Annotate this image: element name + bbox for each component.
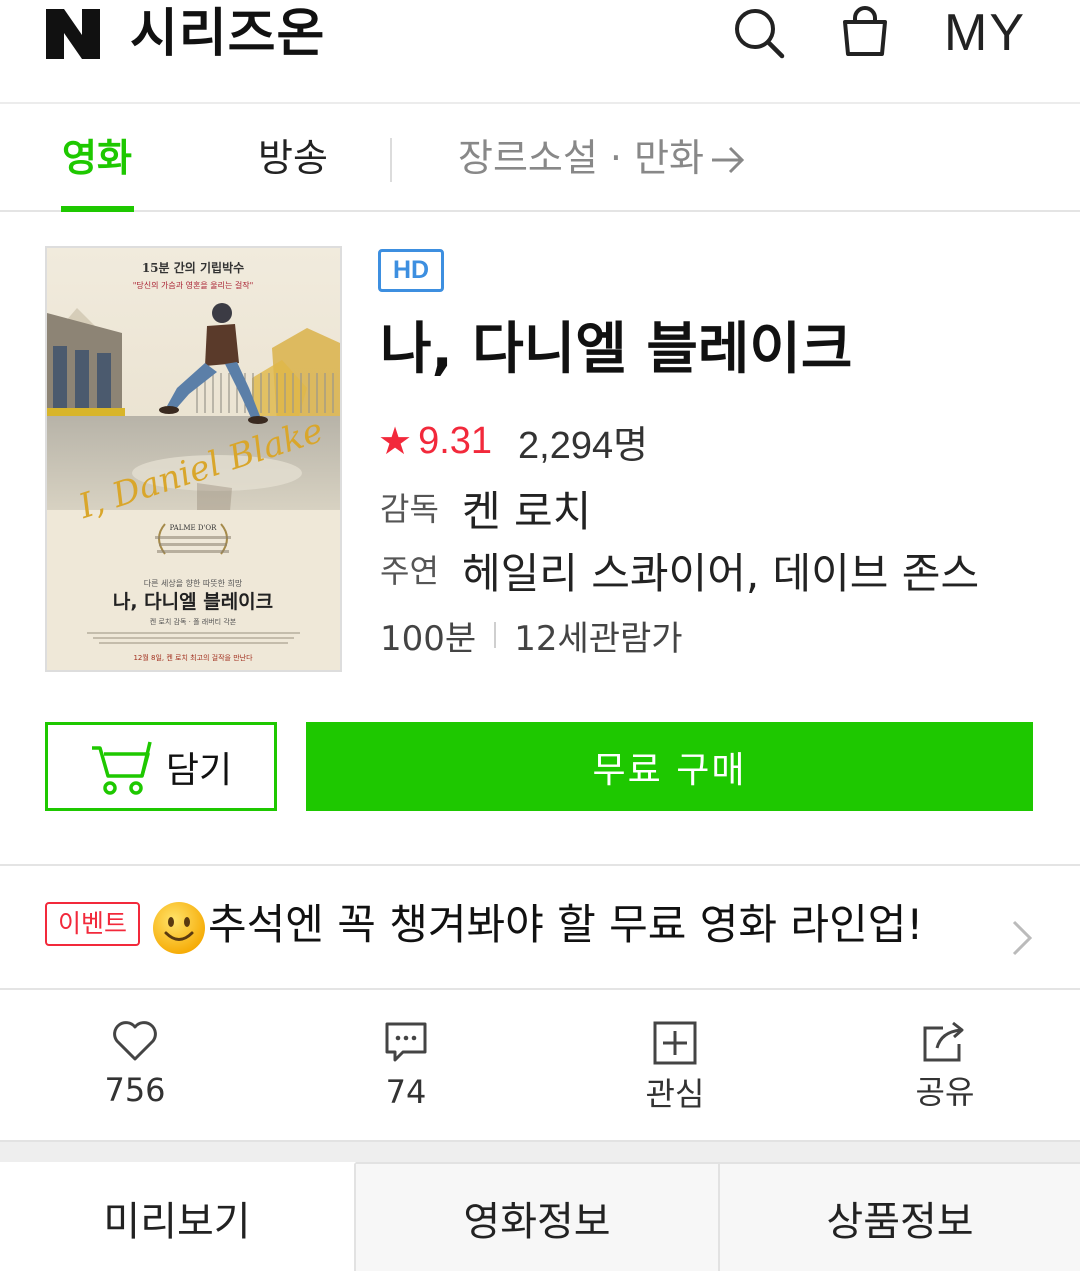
like-count: 756 <box>104 1071 166 1109</box>
cast-names: 헤일리 스콰이어, 데이브 존스 <box>462 549 980 598</box>
add-to-cart-button[interactable]: 담기 <box>45 722 277 811</box>
cast-label: 주연 <box>380 552 439 590</box>
comment-icon <box>385 1022 427 1062</box>
age-rating: 12세관람가 <box>514 618 683 659</box>
tab-divider <box>390 138 392 182</box>
rating-count: 2,294명 <box>518 424 649 467</box>
tab-genre-novel-comic[interactable]: 장르소설 · 만화 <box>458 132 704 184</box>
event-text: 추석엔 꼭 챙겨봐야 할 무료 영화 라인업! <box>208 900 924 949</box>
poster-tagline: 다른 세상을 향한 따뜻한 희망 <box>144 578 243 588</box>
share-label: 공유 <box>915 1073 975 1111</box>
detail-tabs: 미리보기 영화정보 상품정보 <box>0 1162 1080 1271</box>
active-tab-indicator <box>61 206 134 212</box>
add-box-icon <box>653 1021 697 1065</box>
category-tabs: 영화 방송 장르소설 · 만화 <box>0 104 1080 212</box>
event-badge: 이벤트 <box>45 902 140 946</box>
poster-top-text: 15분 간의 기립박수 <box>142 260 244 275</box>
share-button[interactable]: 공유 <box>885 1020 1005 1120</box>
hd-badge: HD <box>378 249 444 292</box>
runtime: 100분 <box>380 618 477 659</box>
like-button[interactable]: 756 <box>75 1020 195 1120</box>
poster-bottom-text: 12월 8일, 켄 로치 최고의 걸작을 만난다 <box>133 653 253 662</box>
poster-award: PALME D'OR <box>170 524 218 532</box>
poster-quote: "당신의 가슴과 영혼을 울리는 걸작" <box>133 280 254 290</box>
tab-movie[interactable]: 영화 <box>62 132 132 184</box>
app-title[interactable]: 시리즈온 <box>130 2 325 66</box>
free-purchase-button[interactable]: 무료 구매 <box>306 722 1033 811</box>
tab-movie-info[interactable]: 영화정보 <box>356 1162 720 1271</box>
movie-poster[interactable]: I, Daniel Blake 15분 간의 기립박수 "당신의 가슴과 영혼을… <box>45 246 342 672</box>
rating-row: ★ 9.31 2,294명 <box>378 418 648 467</box>
shopping-bag-icon[interactable] <box>838 6 892 60</box>
interest-button[interactable]: 관심 <box>615 1020 735 1120</box>
poster-korean-title: 나, 다니엘 블레이크 <box>113 591 273 613</box>
star-icon: ★ <box>378 419 413 463</box>
tab-broadcast[interactable]: 방송 <box>258 132 328 184</box>
smiley-emoji-icon <box>153 902 205 954</box>
search-icon[interactable] <box>732 6 786 60</box>
interest-label: 관심 <box>645 1075 705 1113</box>
movie-title: 나, 다니엘 블레이크 <box>380 317 853 382</box>
naver-logo-icon[interactable] <box>46 9 100 59</box>
top-header: 시리즈온 MY <box>0 0 1080 104</box>
director-label: 감독 <box>380 490 439 528</box>
comment-button[interactable]: 74 <box>346 1020 466 1120</box>
section-separator <box>0 1140 1080 1162</box>
cart-icon <box>91 741 152 795</box>
event-banner[interactable]: 이벤트 추석엔 꼭 챙겨봐야 할 무료 영화 라인업! <box>0 864 1080 990</box>
heart-icon <box>113 1021 157 1061</box>
tab-product-info[interactable]: 상품정보 <box>720 1162 1080 1271</box>
arrow-right-icon[interactable] <box>708 142 746 178</box>
meta-divider <box>494 622 497 648</box>
director-name: 켄 로치 <box>462 487 592 536</box>
share-icon <box>923 1021 964 1062</box>
meta-row: 100분 12세관람가 <box>380 612 683 659</box>
rating-score: 9.31 <box>418 419 493 462</box>
tab-preview[interactable]: 미리보기 <box>0 1162 356 1271</box>
comment-count: 74 <box>385 1073 427 1111</box>
chevron-right-icon <box>1012 920 1033 956</box>
add-to-cart-label: 담기 <box>165 749 233 791</box>
my-page-link[interactable]: MY <box>944 2 1026 64</box>
action-bar: 756 74 관심 공유 <box>0 990 1080 1140</box>
poster-credit-line: 켄 로치 감독 · 폴 래버티 각본 <box>150 617 237 626</box>
